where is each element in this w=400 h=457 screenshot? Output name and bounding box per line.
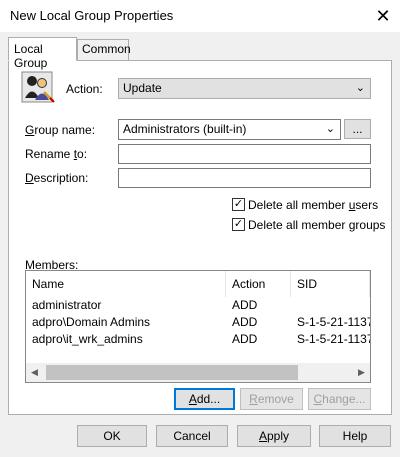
description-input[interactable] — [118, 168, 371, 188]
member-action: ADD — [232, 298, 258, 312]
column-header-name[interactable]: Name — [26, 271, 226, 297]
column-header-action[interactable]: Action — [226, 271, 291, 297]
close-button[interactable]: ✕ — [370, 4, 396, 28]
browse-group-button[interactable]: ... — [344, 119, 371, 139]
member-action: ADD — [232, 315, 258, 329]
cancel-button[interactable]: Cancel — [156, 425, 228, 447]
chevron-down-icon: ⌄ — [355, 82, 365, 94]
description-label: Description: — [25, 171, 89, 185]
tab-local-group[interactable]: Local Group — [8, 37, 77, 70]
member-sid: S-1-5-21-11372 — [297, 315, 370, 329]
action-label: Action: — [66, 82, 103, 96]
members-list[interactable]: Name Action SID administrator ADD adpro\… — [25, 270, 371, 383]
close-icon: ✕ — [375, 6, 391, 26]
delete-member-groups-label: Delete all member groups — [248, 218, 386, 232]
scrollbar-thumb[interactable] — [46, 365, 298, 380]
member-sid — [291, 297, 370, 314]
change-member-button[interactable]: Change... — [308, 388, 371, 410]
divider — [18, 110, 370, 111]
checkbox-box: ✓ — [232, 218, 245, 231]
member-name: administrator — [32, 298, 102, 312]
member-name: adpro\Domain Admins — [32, 315, 151, 329]
column-header-sid[interactable]: SID — [291, 271, 370, 297]
group-name-combo[interactable]: Administrators (built-in) ⌄ — [118, 119, 341, 140]
member-action: ADD — [232, 332, 258, 346]
chevron-down-icon: ⌄ — [325, 123, 335, 135]
delete-member-users-label: Delete all member users — [248, 198, 379, 212]
chevron-left-icon[interactable]: ◀ — [26, 363, 43, 382]
group-name-label: Group name: — [25, 123, 96, 137]
horizontal-scrollbar[interactable]: ◀ ▶ — [26, 363, 370, 382]
remove-member-button[interactable]: Remove — [240, 388, 303, 410]
ok-button[interactable]: OK — [77, 425, 147, 447]
group-name-value: Administrators (built-in) — [123, 122, 247, 136]
rename-to-label: Rename to: — [25, 147, 88, 161]
help-button[interactable]: Help — [319, 425, 391, 447]
tab-common[interactable]: Common — [77, 39, 131, 60]
add-member-button[interactable]: Add... — [174, 388, 235, 410]
member-sid: S-1-5-21-11372 — [297, 332, 370, 346]
rename-to-input[interactable] — [118, 144, 371, 164]
tab-local-group-label: Local Group — [14, 42, 48, 70]
action-select[interactable]: Update ⌄ — [118, 78, 371, 99]
chevron-right-icon[interactable]: ▶ — [353, 363, 370, 382]
member-name: adpro\it_wrk_admins — [32, 332, 143, 346]
title-bar: New Local Group Properties ✕ — [0, 0, 400, 32]
window-title: New Local Group Properties — [10, 8, 174, 23]
action-select-value: Update — [123, 81, 162, 95]
checkbox-box: ✓ — [232, 198, 245, 211]
tab-common-label: Common — [82, 42, 131, 56]
group-users-icon — [20, 70, 56, 104]
apply-button[interactable]: Apply — [237, 425, 311, 447]
